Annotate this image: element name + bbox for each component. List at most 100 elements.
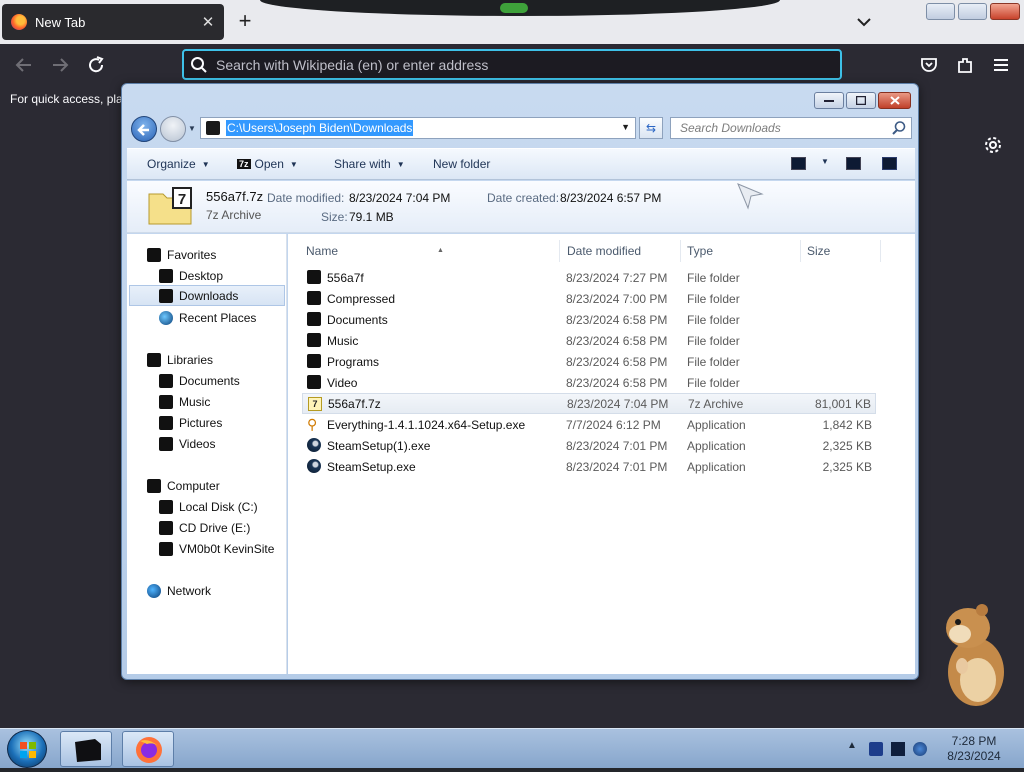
open-button[interactable]: 7z Open ▼	[237, 157, 298, 171]
search-icon	[191, 56, 207, 73]
new-tab-button[interactable]: +	[234, 10, 256, 34]
reload-icon[interactable]	[85, 54, 107, 76]
column-header-label: Date modified	[567, 244, 642, 258]
show-hidden-icons-icon[interactable]: ▲	[847, 740, 861, 754]
nav-downloads[interactable]: Downloads	[129, 285, 285, 306]
file-name: Music	[327, 333, 359, 348]
file-row[interactable]: Music 8/23/2024 6:58 PM File folder	[302, 330, 876, 351]
file-date-modified: 8/23/2024 7:27 PM	[566, 270, 668, 285]
explorer-minimize-button[interactable]	[814, 92, 844, 109]
minimize-window-button[interactable]	[926, 3, 955, 20]
clock-time: 7:28 PM	[951, 734, 997, 748]
file-row[interactable]: SteamSetup.exe 8/23/2024 7:01 PM Applicati…	[302, 456, 876, 477]
explorer-maximize-button[interactable]	[846, 92, 876, 109]
file-name: Programs	[327, 354, 380, 369]
forward-arrow-icon[interactable]	[49, 54, 71, 76]
file-type: Application	[687, 438, 746, 453]
camera-indicator-icon	[500, 3, 528, 13]
column-header-size[interactable]: Size	[801, 240, 881, 262]
file-date-modified: 8/23/2024 6:58 PM	[566, 312, 668, 327]
url-input[interactable]	[216, 56, 840, 73]
gear-icon[interactable]	[982, 134, 1004, 156]
restore-window-button[interactable]	[958, 3, 987, 20]
cd-drive-icon	[159, 520, 173, 535]
file-row[interactable]: Compressed 8/23/2024 7:00 PM File folder	[302, 288, 876, 309]
file-name: Compressed	[327, 291, 396, 306]
network-status-icon[interactable]	[891, 742, 905, 756]
bluetooth-icon[interactable]	[869, 742, 883, 756]
refresh-button[interactable]: ⇆	[639, 117, 663, 139]
file-row[interactable]: SteamSetup(1).exe 8/23/2024 7:01 PM Applic…	[302, 435, 876, 456]
nav-label: Desktop	[179, 268, 224, 283]
file-row[interactable]: 556a7f 8/23/2024 7:27 PM File folder	[302, 267, 876, 288]
file-row[interactable]: ⚲ Everything-1.4.1.1024.x64-Setup.exe 7/7/…	[302, 414, 876, 435]
new-folder-button[interactable]: New folder	[433, 157, 490, 171]
svg-text:7: 7	[178, 191, 186, 208]
nav-network[interactable]: Network	[147, 580, 305, 601]
file-type: File folder	[687, 375, 740, 390]
file-row[interactable]: Documents 8/23/2024 6:58 PM File folder	[302, 309, 876, 330]
open-label: Open	[254, 157, 284, 171]
steam-icon	[307, 438, 321, 452]
date-modified-value: 8/23/2024 7:04 PM	[349, 191, 451, 205]
menu-icon[interactable]	[990, 54, 1012, 76]
preview-pane-icon[interactable]	[846, 157, 861, 170]
column-header-date-modified[interactable]: Date modified	[561, 240, 681, 262]
nav-label: Downloads	[179, 288, 239, 303]
file-row[interactable]: Video 8/23/2024 6:58 PM File folder	[302, 372, 876, 393]
volume-icon[interactable]	[913, 742, 927, 756]
nav-computer[interactable]: Computer	[147, 475, 305, 496]
nav-label: Music	[179, 394, 211, 409]
url-bar[interactable]	[182, 49, 842, 80]
address-dropdown-icon[interactable]: ▼	[621, 122, 630, 132]
nav-favorites[interactable]: Favorites	[147, 244, 305, 265]
clock[interactable]: 7:28 PM 8/23/2024	[934, 734, 1014, 764]
column-header-type[interactable]: Type	[681, 240, 801, 262]
back-arrow-icon[interactable]	[13, 54, 35, 76]
browser-toolbar	[0, 44, 1024, 86]
nav-libraries[interactable]: Libraries	[147, 349, 305, 370]
change-view-icon[interactable]	[791, 157, 806, 170]
file-date-modified: 8/23/2024 7:00 PM	[566, 291, 668, 306]
explorer-close-button[interactable]	[878, 92, 911, 109]
address-row: ▼ C:\Users\Joseph Biden\Downloads ▼ ⇆	[130, 114, 912, 142]
file-row[interactable]: Programs 8/23/2024 6:58 PM File folder	[302, 351, 876, 372]
extensions-icon[interactable]	[954, 54, 976, 76]
minimize-icon	[824, 99, 834, 102]
tab-title: New Tab	[35, 14, 86, 30]
nav-label: Network	[167, 583, 212, 598]
file-date-modified: 8/23/2024 6:58 PM	[566, 375, 668, 390]
videos-icon	[159, 436, 173, 451]
column-header-label: Name	[306, 244, 339, 258]
close-window-button[interactable]	[990, 3, 1020, 20]
taskbar-explorer-button[interactable]	[60, 731, 112, 767]
search-box[interactable]	[670, 117, 912, 139]
organize-button[interactable]: Organize ▼	[147, 157, 210, 171]
file-row[interactable]: 7 556a7f.7z 8/23/2024 7:04 PM 7z Archive 81,…	[302, 393, 876, 414]
search-icon[interactable]	[891, 120, 907, 136]
column-header-name[interactable]: Name ▲	[300, 240, 560, 262]
taskbar-firefox-button[interactable]	[122, 731, 174, 767]
firefox-icon	[136, 737, 162, 763]
computer-icon	[147, 478, 161, 493]
chevron-down-icon: ▼	[289, 159, 298, 169]
pocket-icon[interactable]	[918, 54, 940, 76]
address-path[interactable]: C:\Users\Joseph Biden\Downloads	[226, 120, 414, 136]
view-options-dropdown[interactable]: ▼	[815, 157, 829, 166]
chevron-down-icon[interactable]	[854, 12, 874, 32]
close-tab-icon[interactable]: ✕	[198, 13, 218, 31]
share-with-button[interactable]: Share with ▼	[334, 157, 405, 171]
file-date-modified: 8/23/2024 6:58 PM	[566, 354, 668, 369]
tab-new-tab[interactable]: New Tab ✕	[2, 4, 224, 40]
close-icon	[889, 96, 900, 105]
nav-label: CD Drive (E:)	[179, 520, 251, 535]
forward-button[interactable]	[160, 116, 186, 142]
recent-pages-dropdown-icon[interactable]: ▼	[188, 124, 196, 133]
desktop-icon	[159, 268, 173, 283]
start-button[interactable]	[7, 730, 47, 768]
back-button[interactable]	[131, 116, 157, 142]
address-bar[interactable]: C:\Users\Joseph Biden\Downloads ▼	[200, 117, 636, 139]
search-input[interactable]	[678, 120, 891, 136]
nav-label: Libraries	[167, 352, 214, 367]
help-icon[interactable]	[882, 157, 897, 170]
